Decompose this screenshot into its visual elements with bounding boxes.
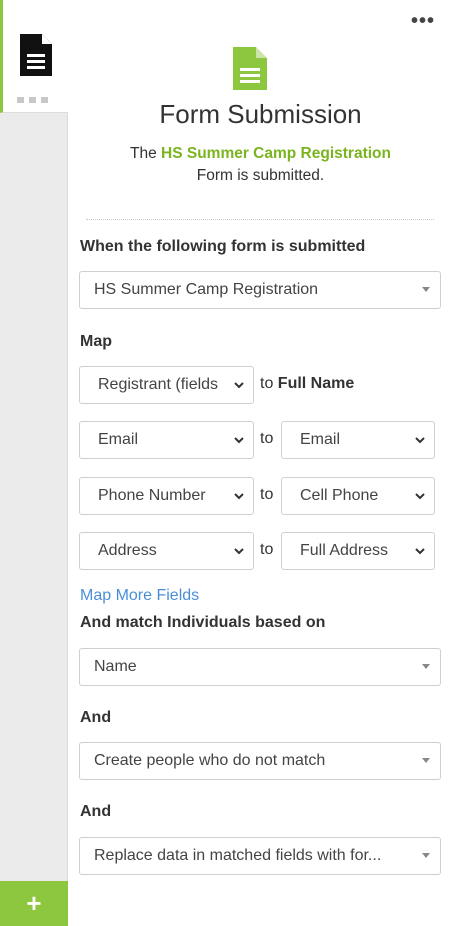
add-step-button[interactable]: + (0, 881, 68, 926)
map-target-value: Cell Phone (300, 487, 379, 504)
map-source-value: Address (98, 542, 157, 559)
map-target-select[interactable]: Email (281, 421, 435, 459)
caret-down-icon (422, 287, 430, 292)
map-more-fields-link[interactable]: Map More Fields (80, 587, 199, 605)
match-select-value: Name (94, 658, 137, 675)
subtitle-form-name: HS Summer Camp Registration (161, 145, 391, 162)
map-target-select[interactable]: Cell Phone (281, 477, 435, 515)
to-label: to (260, 486, 274, 503)
page-title: Form Submission (159, 99, 362, 129)
to-label: to (260, 375, 274, 392)
and-label: And (80, 803, 112, 820)
rail-step-card[interactable] (0, 0, 68, 113)
map-source-value: Email (98, 431, 139, 448)
map-source-select[interactable]: Email (79, 421, 254, 459)
step-config-panel: ••• Form Submission The HS Summer Camp R… (69, 0, 452, 926)
map-source-select[interactable]: Address (79, 532, 254, 570)
chevron-down-icon (415, 548, 425, 555)
chevron-down-icon (234, 548, 244, 555)
divider (86, 219, 434, 220)
map-target-select[interactable]: Full Address (281, 532, 435, 570)
subtitle-prefix: The (130, 145, 162, 162)
chevron-down-icon (415, 437, 425, 444)
form-select-value: HS Summer Camp Registration (94, 281, 319, 298)
map-source-value: Registrant (fields (98, 376, 219, 393)
replace-data-select[interactable]: Replace data in matched fields with for.… (79, 837, 441, 875)
form-select[interactable]: HS Summer Camp Registration (79, 271, 441, 309)
chevron-down-icon (415, 493, 425, 500)
chevron-down-icon (234, 493, 244, 500)
to-label: to (260, 541, 274, 558)
create-people-select[interactable]: Create people who do not match (79, 742, 441, 780)
caret-down-icon (422, 853, 430, 858)
replace-data-value: Replace data in matched fields with for.… (94, 847, 382, 864)
document-icon (20, 34, 52, 76)
caret-down-icon (422, 664, 430, 669)
drag-handle[interactable] (17, 97, 48, 103)
form-select-label: When the following form is submitted (80, 238, 366, 255)
step-rail: + (0, 0, 68, 926)
chevron-down-icon (234, 437, 244, 444)
map-source-value: Phone Number (98, 487, 206, 504)
map-source-select[interactable]: Phone Number (79, 477, 254, 515)
match-select[interactable]: Name (79, 648, 441, 686)
form-document-icon (233, 47, 267, 90)
map-label: Map (80, 333, 112, 350)
map-row-target-text: to Full Name (260, 375, 354, 393)
match-label: And match Individuals based on (80, 614, 326, 631)
to-label: to (260, 430, 274, 447)
more-options-button[interactable]: ••• (411, 11, 435, 31)
and-label: And (80, 709, 112, 726)
chevron-down-icon (234, 382, 244, 389)
map-target-fixed: Full Name (277, 375, 355, 392)
subtitle-suffix: Form is submitted. (196, 167, 325, 184)
caret-down-icon (422, 758, 430, 763)
create-people-value: Create people who do not match (94, 752, 326, 769)
map-target-value: Email (300, 431, 341, 448)
trigger-description: The HS Summer Camp Registration Form is … (69, 143, 452, 187)
map-source-select[interactable]: Registrant (fields (79, 366, 254, 404)
map-target-value: Full Address (300, 542, 389, 559)
